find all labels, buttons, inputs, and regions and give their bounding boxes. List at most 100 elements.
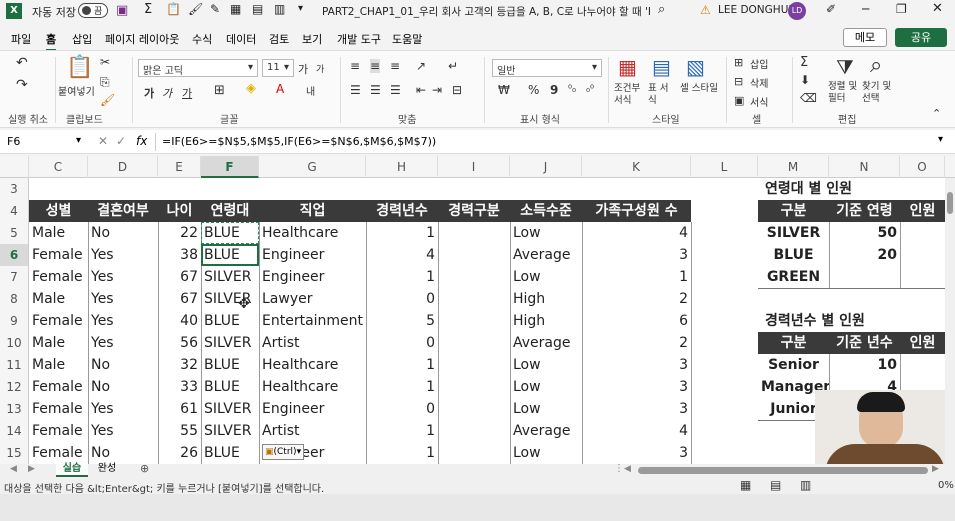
page-break-view-icon[interactable]: ▥ — [800, 478, 811, 492]
redo-icon[interactable]: ↷ — [16, 77, 28, 93]
table-cell[interactable] — [438, 354, 510, 376]
table-header-cell[interactable]: 연령대 — [201, 200, 259, 222]
underline-button[interactable]: 가 — [182, 85, 192, 101]
phonetic-icon[interactable]: 내 — [306, 83, 315, 98]
tab-formulas[interactable]: 수식 — [192, 31, 212, 47]
normal-view-icon[interactable]: ▦ — [740, 478, 751, 492]
table-cell[interactable]: 3 — [582, 442, 691, 464]
column-header[interactable]: L — [691, 156, 758, 178]
table-cell[interactable]: SILVER — [201, 398, 259, 420]
table-cell[interactable]: Engineer — [259, 398, 366, 420]
table-cell[interactable]: 3 — [582, 244, 691, 266]
table-cell[interactable]: Lawyer — [259, 288, 366, 310]
table-cell[interactable]: No — [88, 442, 158, 464]
table-cell[interactable]: Yes — [88, 310, 158, 332]
find-select-label[interactable]: 찾기 및 선택 — [862, 81, 898, 105]
age-table-cell[interactable]: SILVER — [758, 222, 829, 244]
tab-review[interactable]: 검토 — [269, 31, 289, 47]
copy-icon[interactable]: ⎘ — [100, 75, 110, 90]
insert-cells-label[interactable]: 삽입 — [750, 56, 768, 71]
table-cell[interactable]: Female — [29, 398, 88, 420]
autosum-icon[interactable]: Σ — [144, 2, 152, 17]
table-cell[interactable]: No — [88, 376, 158, 398]
cell-style-label[interactable]: 셀 스타일 — [680, 83, 720, 95]
row-header[interactable]: 11 — [0, 354, 29, 376]
row-header[interactable]: 8 — [0, 288, 29, 310]
formula-input[interactable]: =IF(E6>=$N$5,$M$5,IF(E6>=$N$6,$M$6,$M$7)… — [162, 135, 436, 148]
sort-filter-icon[interactable]: ⧩ — [836, 55, 854, 79]
tab-page-layout[interactable]: 페이지 레이아웃 — [105, 31, 179, 47]
table-cell[interactable]: 1 — [366, 442, 438, 464]
table-cell[interactable]: Average — [510, 332, 582, 354]
clipboard-icon[interactable]: 📋 — [166, 2, 181, 16]
row-header[interactable]: 14 — [0, 420, 29, 442]
row-header[interactable]: 5 — [0, 222, 29, 244]
table-cell[interactable]: 2 — [582, 332, 691, 354]
merge-icon[interactable]: ▥ — [274, 2, 285, 16]
table-header-cell[interactable]: 나이 — [158, 200, 201, 222]
table-cell[interactable]: Low — [510, 442, 582, 464]
table-cell[interactable]: 4 — [366, 244, 438, 266]
row-header[interactable]: 15 — [0, 442, 29, 464]
table-cell[interactable]: 32 — [158, 354, 201, 376]
font-name-select[interactable]: 맑은 고딕 ▾ — [138, 59, 258, 77]
table-cell[interactable]: BLUE — [201, 376, 259, 398]
save-icon[interactable]: ▣ — [116, 3, 128, 18]
table-cell[interactable]: SILVER — [201, 288, 259, 310]
tab-help[interactable]: 도움말 — [392, 31, 422, 47]
table-cell[interactable] — [438, 420, 510, 442]
cancel-icon[interactable]: ✕ — [98, 134, 108, 148]
table-header-cell[interactable]: 결혼여부 — [88, 200, 158, 222]
table-header-cell[interactable]: 경력구분 — [438, 200, 510, 222]
table-cell[interactable]: 40 — [158, 310, 201, 332]
align-left-icon[interactable]: ☰ — [350, 83, 361, 97]
restore-icon[interactable]: ❐ — [896, 2, 907, 16]
table-cell[interactable]: Average — [510, 244, 582, 266]
table-cell[interactable]: Healthcare — [259, 222, 366, 244]
table-format-icon[interactable]: ▤ — [652, 55, 671, 79]
column-header[interactable]: K — [582, 156, 691, 178]
column-header[interactable]: M — [758, 156, 829, 178]
table-cell[interactable]: 61 — [158, 398, 201, 420]
increase-decimal-icon[interactable]: ⁰₀ — [568, 84, 576, 95]
table-cell[interactable]: Female — [29, 310, 88, 332]
worksheet-grid[interactable]: 3 4 5 6 7 8 9 10 11 12 13 14 15 성별 결혼여부 … — [0, 178, 955, 464]
comma-button[interactable]: 9 — [550, 83, 558, 97]
table-cell[interactable]: 67 — [158, 288, 201, 310]
table-cell[interactable]: Low — [510, 222, 582, 244]
age-table-cell[interactable] — [829, 266, 900, 288]
table-cell[interactable] — [438, 266, 510, 288]
enter-icon[interactable]: ✓ — [116, 134, 126, 148]
row-header[interactable]: 7 — [0, 266, 29, 288]
align-bottom-icon[interactable]: ≡ — [390, 59, 400, 73]
table-cell[interactable]: Male — [29, 288, 88, 310]
page-layout-view-icon[interactable]: ▤ — [770, 478, 781, 492]
career-table-cell[interactable]: 10 — [829, 354, 900, 376]
tab-home[interactable]: 홈 — [46, 31, 57, 51]
table-cell[interactable]: Engineer — [259, 244, 366, 266]
row-header[interactable]: 10 — [0, 332, 29, 354]
expand-formula-icon[interactable]: ▾ — [938, 134, 943, 145]
font-size-select[interactable]: 11 ▾ — [262, 59, 294, 77]
table-header-cell[interactable]: 성별 — [29, 200, 88, 222]
table-cell[interactable]: Yes — [88, 266, 158, 288]
table-cell[interactable]: Female — [29, 376, 88, 398]
format-cells-icon[interactable]: ▣ — [734, 94, 744, 107]
table-cell[interactable]: 22 — [158, 222, 201, 244]
memo-button[interactable]: 메모 — [843, 28, 887, 47]
horizontal-scrollbar-thumb[interactable] — [638, 467, 928, 474]
table-cell[interactable]: 26 — [158, 442, 201, 464]
paste-options-button[interactable]: ▣(Ctrl)▾ — [262, 444, 304, 460]
sheet-tab[interactable]: 완성 — [92, 462, 122, 477]
conditional-format-label[interactable]: 조건부 서식 — [614, 83, 646, 107]
table-cell[interactable]: Yes — [88, 398, 158, 420]
table-cell[interactable]: Female — [29, 244, 88, 266]
scroll-left-icon[interactable]: ◀ — [624, 464, 631, 474]
row-header[interactable]: 6 — [0, 244, 29, 266]
align-center-icon[interactable]: ☰ — [370, 83, 381, 97]
table-cell[interactable]: Artist — [259, 332, 366, 354]
table-cell[interactable] — [438, 376, 510, 398]
delete-cells-label[interactable]: 삭제 — [750, 75, 768, 90]
next-sheet-icon[interactable]: ▶ — [28, 464, 35, 474]
fill-icon[interactable]: ⬇ — [800, 73, 810, 87]
